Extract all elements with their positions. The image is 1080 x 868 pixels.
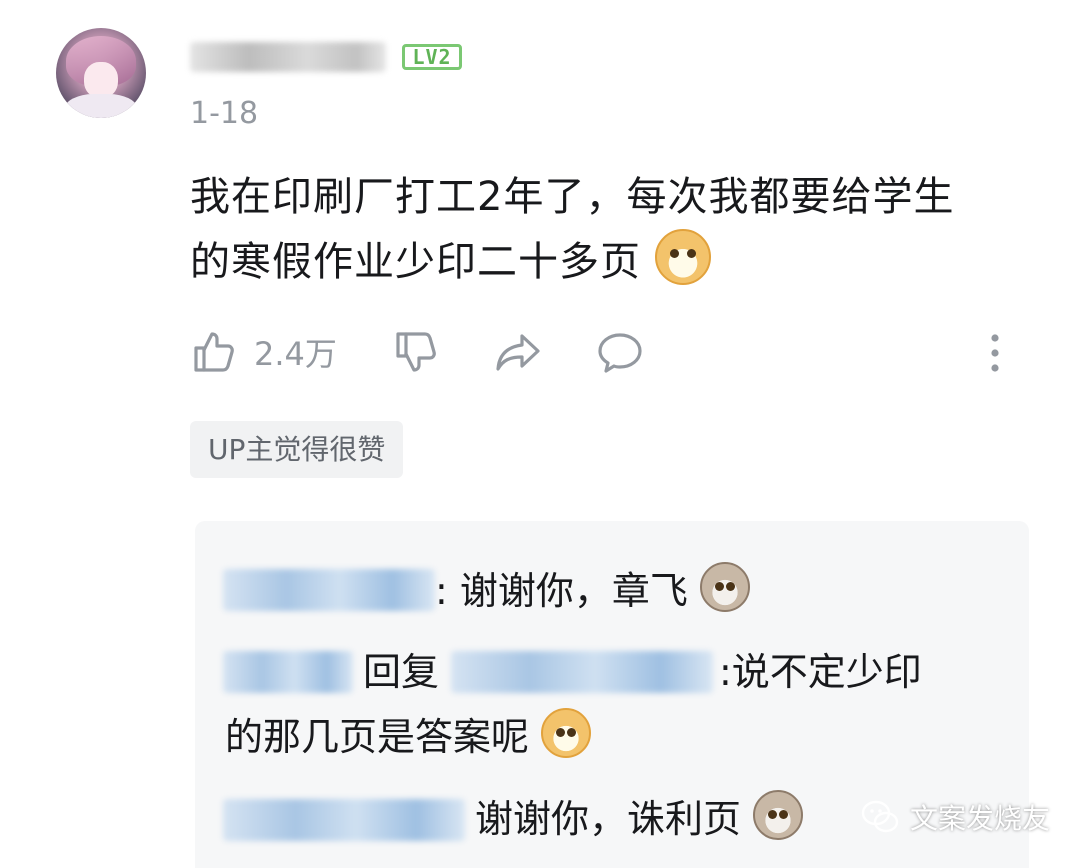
level-badge: LV2 [402, 44, 462, 70]
wechat-icon [861, 800, 899, 833]
reply-1-username-redacted[interactable] [223, 569, 435, 611]
doge-gray-icon [753, 790, 804, 840]
wechat-watermark: 文案发烧友 [860, 797, 1050, 837]
username-redacted[interactable] [190, 42, 386, 72]
comment-date: 1-18 [190, 96, 259, 131]
comment-bubble-icon [598, 333, 642, 373]
comment-text-line-1: 我在印刷厂打工2年了，每次我都要给学生 [190, 174, 955, 220]
reply-2-text-part2: 的那几页是答案呢 [225, 715, 530, 759]
reply-3: 谢谢你，诛利页 [475, 789, 804, 849]
thumbs-down-icon [396, 332, 436, 372]
dislike-button[interactable] [392, 325, 440, 379]
reply-1: : 谢谢你，章飞 [435, 561, 750, 621]
reply-2-target-redacted[interactable] [451, 651, 713, 693]
doge-gray-icon [699, 562, 750, 612]
comment-actions: 2.4万 [190, 325, 1020, 379]
comment-text-line-2-words: 的寒假作业少印二十多页 [190, 239, 641, 285]
comment-text: 我在印刷厂打工2年了，每次我都要给学生 的寒假作业少印二十多页 [190, 165, 1050, 294]
up-liked-tag: UP主觉得很赞 [190, 421, 404, 478]
like-count: 2.4万 [254, 335, 337, 373]
doge-icon [654, 229, 711, 285]
reply-2-line2: 的那几页是答案呢 [225, 707, 592, 767]
reply-1-text: : 谢谢你，章飞 [435, 569, 688, 613]
more-options-button[interactable] [985, 325, 1005, 379]
reply-button[interactable] [596, 325, 644, 379]
reply-3-username-redacted[interactable] [223, 799, 465, 841]
reply-2-username-redacted[interactable] [223, 651, 353, 693]
thumbs-up-icon [194, 332, 234, 372]
comment-text-line-2: 的寒假作业少印二十多页 [190, 229, 1050, 294]
reply-2-reply-word: 回复 [363, 650, 440, 694]
share-button[interactable] [494, 325, 542, 379]
more-vertical-icon [991, 334, 999, 372]
doge-icon [541, 708, 592, 758]
reply-2-text-part1: :说不定少印 [719, 650, 922, 694]
reply-3-text: 谢谢你，诛利页 [475, 797, 742, 841]
like-button[interactable]: 2.4万 [190, 325, 337, 379]
user-avatar[interactable] [56, 28, 146, 118]
watermark-label: 文案发烧友 [910, 802, 1051, 835]
share-icon [496, 334, 540, 371]
